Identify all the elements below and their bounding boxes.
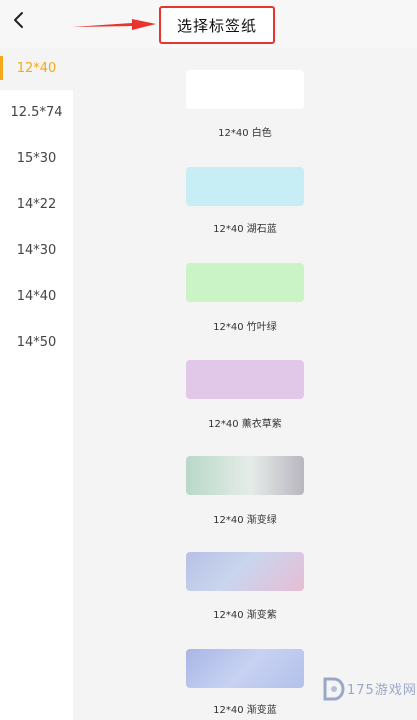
size-item-12-5x74[interactable]: 12.5*74 [0,92,73,132]
paper-name: 12*40 白色 [218,128,272,139]
paper-name: 12*40 薰衣草紫 [208,419,282,430]
size-item-14x30[interactable]: 14*30 [0,230,73,270]
size-item-12x40[interactable]: 12*40 [0,48,73,88]
size-item-14x50[interactable]: 14*50 [0,322,73,362]
watermark-logo-icon [323,677,345,701]
back-button[interactable] [8,8,30,34]
paper-swatch-gradient-green[interactable] [186,456,304,495]
paper-name: 12*40 竹叶绿 [213,322,277,333]
size-sidebar: 12*40 12.5*74 15*30 14*22 14*30 14*40 14… [0,48,73,720]
paper-swatch-white[interactable] [186,70,304,109]
size-list: 12.5*74 15*30 14*22 14*30 14*40 14*50 [0,90,73,720]
size-item-label: 14*30 [16,242,57,258]
watermark-text: 175游戏网 [347,683,417,698]
watermark: 175游戏网 [321,675,417,705]
paper-name: 12*40 渐变紫 [213,610,277,621]
header-bar: 选择标签纸 [0,0,417,48]
size-item-14x22[interactable]: 14*22 [0,184,73,224]
app-screen: 选择标签纸 12*40 12.5*74 15*30 14*22 14*30 14… [0,0,417,720]
size-item-15x30[interactable]: 15*30 [0,138,73,178]
size-item-14x40[interactable]: 14*40 [0,276,73,316]
size-item-label: 14*50 [16,334,57,350]
size-item-label: 14*40 [16,288,57,304]
chevron-left-icon [14,12,23,28]
paper-swatch-gradient-blue[interactable] [186,649,304,688]
paper-swatch-gradient-purple[interactable] [186,552,304,591]
paper-name: 12*40 渐变绿 [213,515,277,526]
size-item-label: 15*30 [16,150,57,166]
size-item-label: 12.5*74 [10,104,63,120]
paper-swatch-bamboo-green[interactable] [186,263,304,302]
title-highlight-box: 选择标签纸 [159,6,275,44]
red-arrow-annotation [72,19,156,30]
paper-name: 12*40 湖石蓝 [213,224,277,235]
paper-swatch-lake-blue[interactable] [186,167,304,206]
size-item-label: 12*40 [16,60,57,76]
paper-list: 12*40 白色 12*40 湖石蓝 12*40 竹叶绿 12*40 薰衣草紫 … [73,48,417,720]
page-title: 选择标签纸 [176,16,257,35]
active-indicator [0,56,3,80]
paper-swatch-lavender[interactable] [186,360,304,399]
size-item-label: 14*22 [16,196,57,212]
